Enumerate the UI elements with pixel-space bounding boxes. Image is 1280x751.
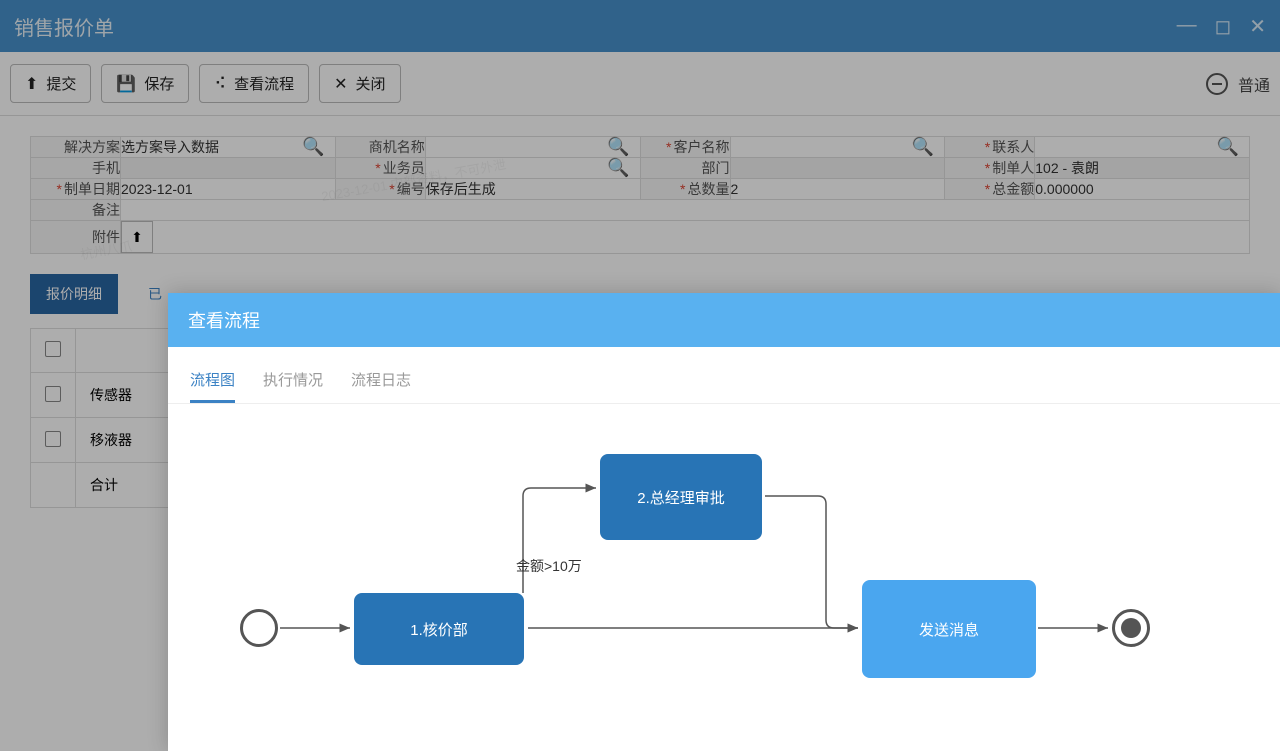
flow-node-gm-approval[interactable]: 2.总经理审批: [600, 454, 762, 540]
flow-start-node[interactable]: [240, 609, 278, 647]
flow-end-node[interactable]: [1112, 609, 1150, 647]
modal-tabs: 流程图 执行情况 流程日志: [168, 347, 1280, 404]
flow-node-label: 发送消息: [919, 619, 979, 640]
flow-condition-label: 金额>10万: [516, 556, 582, 576]
tab-exec-status[interactable]: 执行情况: [263, 361, 323, 403]
flow-node-send-msg[interactable]: 发送消息: [862, 580, 1036, 678]
flow-node-label: 2.总经理审批: [637, 487, 725, 508]
flow-node-pricing[interactable]: 1.核价部: [354, 593, 524, 665]
tab-flow-log[interactable]: 流程日志: [351, 361, 411, 403]
modal-title: 查看流程: [168, 293, 1280, 347]
end-inner-icon: [1121, 618, 1141, 638]
tab-flow-graph[interactable]: 流程图: [190, 361, 235, 403]
flow-node-label: 1.核价部: [410, 619, 468, 640]
flow-canvas: 1.核价部 2.总经理审批 金额>10万 发送消息: [168, 404, 1280, 751]
flow-modal: 查看流程 流程图 执行情况 流程日志 1.核价部: [168, 293, 1280, 751]
